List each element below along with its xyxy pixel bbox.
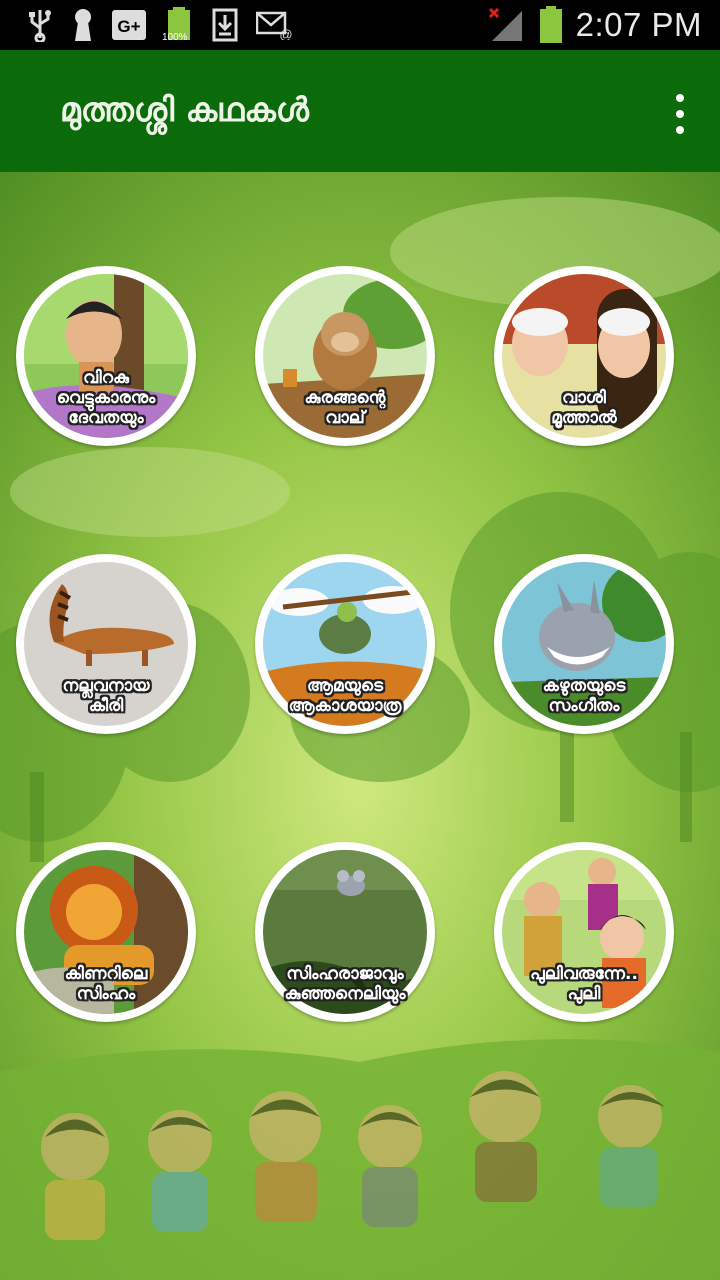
story-tile-7[interactable]: കിണറിലെ സിംഹം bbox=[16, 842, 196, 1022]
story-title: വാശി മൂത്താൽ bbox=[551, 388, 617, 428]
svg-text:@: @ bbox=[279, 27, 292, 40]
battery-percent: 100% bbox=[162, 32, 188, 43]
more-vert-icon[interactable] bbox=[670, 94, 690, 134]
usb-icon bbox=[26, 8, 54, 42]
story-tile-2[interactable]: കുരങ്ങന്റെ വാല് bbox=[255, 266, 435, 446]
story-title: പുലിവരുന്നേ.. പുലി bbox=[530, 964, 638, 1004]
story-title: നല്ലവനായ കീരി bbox=[62, 676, 150, 716]
svg-text:G+: G+ bbox=[117, 17, 140, 36]
google-plus-icon: G+ bbox=[112, 10, 146, 40]
email-icon: @ bbox=[256, 10, 292, 40]
story-title: കഴുതയുടെ സംഗീതം bbox=[542, 676, 626, 716]
story-tile-3[interactable]: വാശി മൂത്താൽ bbox=[494, 266, 674, 446]
signal-icon bbox=[488, 7, 526, 43]
app-title: മുത്തശ്ശി കഥകൾ bbox=[60, 90, 309, 129]
status-bar: G+ 100% @ 2:07 PM bbox=[0, 0, 720, 50]
story-title: ആമയുടെ ആകാശയാത്ര bbox=[288, 676, 402, 716]
story-title: കുരങ്ങന്റെ വാല് bbox=[304, 388, 386, 428]
story-tile-1[interactable]: വിറകു വെട്ടുകാരനും ദേവതയും bbox=[16, 266, 196, 446]
story-title: വിറകു വെട്ടുകാരനും ദേവതയും bbox=[56, 368, 156, 428]
battery-icon bbox=[538, 6, 564, 44]
story-title: കിണറിലെ സിംഹം bbox=[64, 964, 148, 1004]
download-icon bbox=[212, 8, 238, 42]
story-tile-8[interactable]: സിംഹരാജാവും കുഞ്ഞനെലിയും bbox=[255, 842, 435, 1022]
clock: 2:07 PM bbox=[575, 6, 702, 43]
story-tile-4[interactable]: നല്ലവനായ കീരി bbox=[16, 554, 196, 734]
story-tile-6[interactable]: കഴുതയുടെ സംഗീതം bbox=[494, 554, 674, 734]
battery-icon: 100% bbox=[162, 7, 194, 43]
keyhole-icon bbox=[72, 8, 94, 42]
action-bar: മുത്തശ്ശി കഥകൾ bbox=[0, 50, 720, 172]
story-tile-5[interactable]: ആമയുടെ ആകാശയാത്ര bbox=[255, 554, 435, 734]
story-title: സിംഹരാജാവും കുഞ്ഞനെലിയും bbox=[284, 964, 406, 1004]
story-tile-9[interactable]: പുലിവരുന്നേ.. പുലി bbox=[494, 842, 674, 1022]
